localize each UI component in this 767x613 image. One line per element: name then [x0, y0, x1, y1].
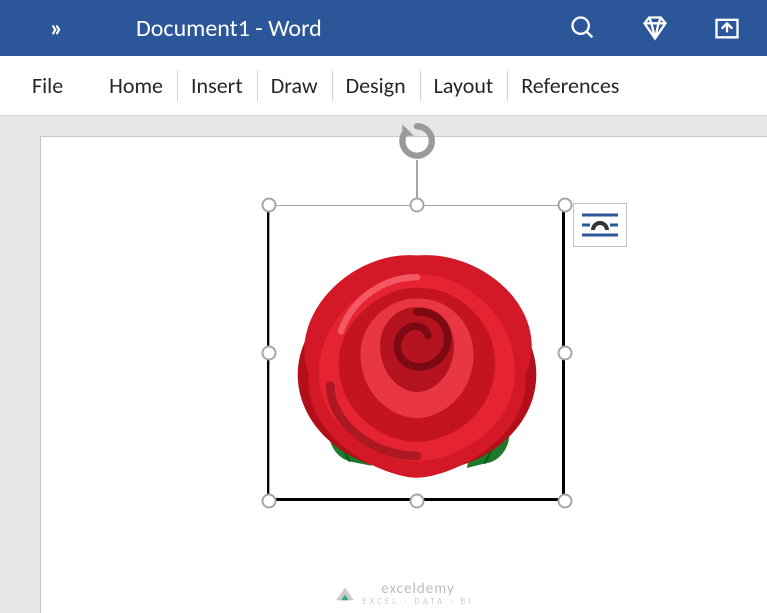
page[interactable]: exceldemy EXCEL · DATA · BI: [40, 136, 767, 613]
titlebar-actions: [567, 12, 757, 44]
layout-options-icon: [580, 210, 620, 240]
watermark-text: exceldemy EXCEL · DATA · BI: [362, 580, 473, 607]
resize-handle-top-center[interactable]: [410, 198, 425, 213]
resize-handle-top-right[interactable]: [558, 198, 573, 213]
search-icon: [569, 14, 597, 42]
image-content: [276, 212, 558, 494]
rotate-icon: [396, 120, 438, 162]
rotation-handle[interactable]: [396, 120, 438, 162]
chevron-right-double-icon: »: [50, 14, 57, 43]
ribbon-display-icon: [713, 14, 741, 42]
tab-insert[interactable]: Insert: [177, 63, 257, 109]
titlebar: » Document1 - Word: [0, 0, 767, 56]
layout-options-button[interactable]: [573, 203, 627, 247]
tab-layout[interactable]: Layout: [420, 63, 508, 109]
qat-overflow[interactable]: »: [10, 14, 130, 43]
tab-home[interactable]: Home: [95, 63, 177, 109]
rose-icon: [276, 212, 558, 494]
selected-image[interactable]: [269, 205, 565, 501]
premium-button[interactable]: [639, 12, 671, 44]
selection-box: [269, 205, 565, 501]
resize-handle-top-left[interactable]: [262, 198, 277, 213]
watermark-tagline: EXCEL · DATA · BI: [362, 596, 473, 607]
watermark: exceldemy EXCEL · DATA · BI: [41, 580, 767, 607]
search-button[interactable]: [567, 12, 599, 44]
ribbon: File Home Insert Draw Design Layout Refe…: [0, 56, 767, 116]
resize-handle-middle-right[interactable]: [558, 346, 573, 361]
tab-file[interactable]: File: [18, 63, 95, 109]
diamond-icon: [641, 14, 669, 42]
watermark-icon: [334, 586, 356, 602]
document-area: exceldemy EXCEL · DATA · BI: [0, 116, 767, 613]
tab-draw[interactable]: Draw: [257, 63, 332, 109]
tab-references[interactable]: References: [507, 63, 633, 109]
tab-design[interactable]: Design: [332, 63, 420, 109]
resize-handle-bottom-right[interactable]: [558, 494, 573, 509]
resize-handle-middle-left[interactable]: [262, 346, 277, 361]
document-title: Document1 - Word: [130, 14, 567, 43]
resize-handle-bottom-center[interactable]: [410, 494, 425, 509]
ribbon-display-button[interactable]: [711, 12, 743, 44]
resize-handle-bottom-left[interactable]: [262, 494, 277, 509]
